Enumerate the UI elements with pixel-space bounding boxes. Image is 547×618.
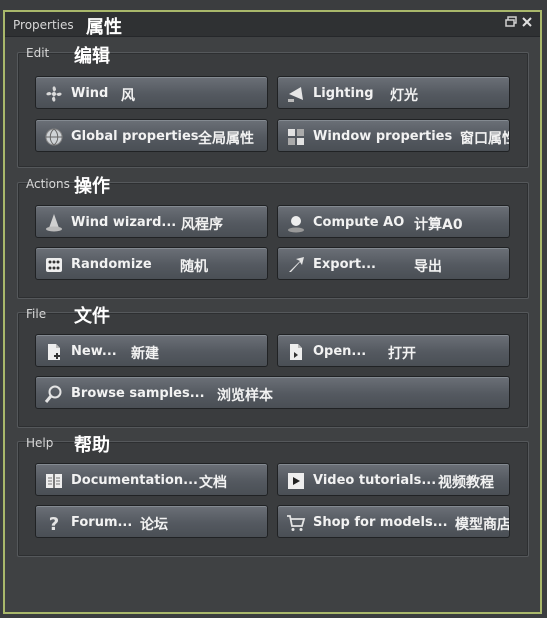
browse-samples-button[interactable]: Browse samples... 浏览样本 xyxy=(35,376,510,409)
question-mark-icon: ? xyxy=(49,514,59,533)
book-icon xyxy=(46,474,62,488)
panel-footer xyxy=(5,582,540,612)
global-properties-button[interactable]: Global properties 全局属性 xyxy=(35,119,268,152)
randomize-button[interactable]: Randomize 随机 xyxy=(35,247,268,280)
wind-wizard-button[interactable]: Wind wizard... 风程序 xyxy=(35,205,268,238)
spotlight-icon xyxy=(288,87,303,102)
open-button[interactable]: Open... 打开 xyxy=(277,334,510,367)
float-panel-icon[interactable] xyxy=(504,16,518,30)
help-group-title-cn: 帮助 xyxy=(74,435,110,456)
export-button[interactable]: Export... 导出 xyxy=(277,247,510,280)
compute-ao-button[interactable]: Compute AO 计算A0 xyxy=(277,205,510,238)
globe-icon xyxy=(45,128,63,146)
wizard-hat-icon xyxy=(46,214,62,232)
close-icon[interactable] xyxy=(520,16,534,30)
shop-button[interactable]: Shop for models... 模型商店 xyxy=(277,505,510,538)
properties-panel: Properties 属性 Edit 编辑 Wind 风 Lighting 灯光 xyxy=(3,10,542,614)
panel-titlebar[interactable]: Properties 属性 xyxy=(5,12,540,38)
file-group: File 文件 New... 新建 Open... 打开 Browse samp… xyxy=(17,306,529,428)
actions-group-title-cn: 操作 xyxy=(74,176,110,197)
dice-icon xyxy=(46,258,62,272)
panel-title: Properties xyxy=(13,18,74,32)
documentation-button[interactable]: Documentation... 文档 xyxy=(35,463,268,496)
actions-group-title: Actions xyxy=(26,177,70,191)
window-properties-button[interactable]: Window properties 窗口属性 xyxy=(277,119,510,152)
video-play-icon xyxy=(288,473,304,489)
window-grid-icon xyxy=(288,129,304,145)
file-group-title-cn: 文件 xyxy=(74,306,110,327)
shopping-cart-icon xyxy=(287,515,306,531)
edit-group-title-cn: 编辑 xyxy=(74,46,110,67)
export-arrow-icon xyxy=(289,257,304,272)
magnifier-icon xyxy=(44,385,62,403)
svg-text:?: ? xyxy=(49,514,59,533)
file-group-title: File xyxy=(26,307,47,321)
edit-group-title: Edit xyxy=(26,46,50,60)
forum-button[interactable]: ? Forum... 论坛 xyxy=(35,505,268,538)
open-document-icon xyxy=(290,344,302,360)
panel-title-cn: 属性 xyxy=(86,17,122,38)
new-document-icon xyxy=(48,344,60,360)
wind-button[interactable]: Wind 风 xyxy=(35,76,268,109)
sphere-icon xyxy=(288,216,304,233)
new-button[interactable]: New... 新建 xyxy=(35,334,268,367)
fan-icon xyxy=(46,86,62,102)
help-group: Help 帮助 Documentation... 文档 Video tutori… xyxy=(17,435,529,557)
lighting-button[interactable]: Lighting 灯光 xyxy=(277,76,510,109)
help-group-title: Help xyxy=(26,436,54,450)
edit-group: Edit 编辑 Wind 风 Lighting 灯光 Global proper… xyxy=(17,46,529,168)
video-tutorials-button[interactable]: Video tutorials... 视频教程 xyxy=(277,463,510,496)
actions-group: Actions 操作 Wind wizard... 风程序 Compute AO… xyxy=(17,176,529,299)
